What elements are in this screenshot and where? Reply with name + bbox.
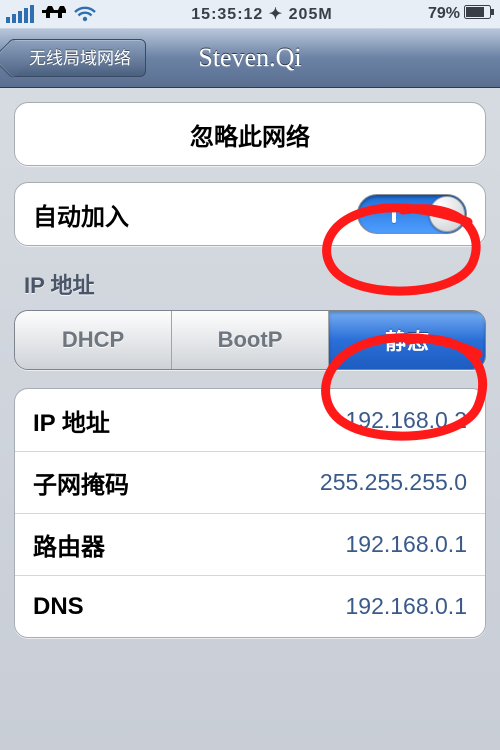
subnet-mask-label: 子网掩码 bbox=[33, 465, 129, 500]
battery-percent: 79% bbox=[428, 5, 460, 23]
segment-bootp[interactable]: BootP bbox=[171, 311, 328, 369]
router-label: 路由器 bbox=[33, 527, 105, 562]
subnet-mask-value: 255.255.255.0 bbox=[320, 469, 467, 496]
navigation-bar: 无线局域网络 Steven.Qi bbox=[0, 28, 500, 88]
forget-network-button[interactable]: 忽略此网络 bbox=[15, 103, 485, 165]
ip-address-label: IP 地址 bbox=[33, 403, 110, 438]
row-subnet-mask[interactable]: 子网掩码 255.255.255.0 bbox=[15, 451, 485, 513]
dns-value: 192.168.0.1 bbox=[345, 593, 467, 620]
dns-label: DNS bbox=[33, 593, 84, 621]
back-button-label: 无线局域网络 bbox=[29, 49, 131, 68]
status-time: 15:35:12 bbox=[191, 6, 263, 23]
auto-join-group: 自动加入 bbox=[14, 182, 486, 246]
status-sep-icon: ✦ bbox=[269, 6, 283, 23]
segment-dhcp[interactable]: DHCP bbox=[15, 311, 171, 369]
wifi-icon bbox=[74, 6, 96, 22]
segment-static[interactable]: 静态 bbox=[328, 311, 485, 369]
back-button[interactable]: 无线局域网络 bbox=[8, 39, 146, 77]
auto-join-label: 自动加入 bbox=[33, 197, 129, 232]
battery-icon bbox=[464, 5, 494, 24]
router-value: 192.168.0.1 bbox=[345, 531, 467, 558]
auto-join-toggle[interactable] bbox=[357, 194, 467, 234]
row-ip-address[interactable]: IP 地址 192.168.0.2 bbox=[15, 389, 485, 451]
status-extra: 205M bbox=[289, 6, 333, 23]
forget-network-label: 忽略此网络 bbox=[190, 117, 310, 152]
carrier-bat-icon bbox=[40, 4, 68, 25]
section-header-ip: IP 地址 bbox=[24, 268, 480, 300]
status-bar: 15:35:12 ✦ 205M 79% bbox=[0, 0, 500, 28]
ip-mode-segmented: DHCP BootP 静态 bbox=[14, 310, 486, 370]
ip-fields-group: IP 地址 192.168.0.2 子网掩码 255.255.255.0 路由器… bbox=[14, 388, 486, 638]
forget-network-group: 忽略此网络 bbox=[14, 102, 486, 166]
row-router[interactable]: 路由器 192.168.0.1 bbox=[15, 513, 485, 575]
auto-join-row: 自动加入 bbox=[15, 183, 485, 245]
cellular-signal-icon bbox=[6, 5, 34, 23]
row-dns[interactable]: DNS 192.168.0.1 bbox=[15, 575, 485, 637]
ip-address-value: 192.168.0.2 bbox=[345, 407, 467, 434]
